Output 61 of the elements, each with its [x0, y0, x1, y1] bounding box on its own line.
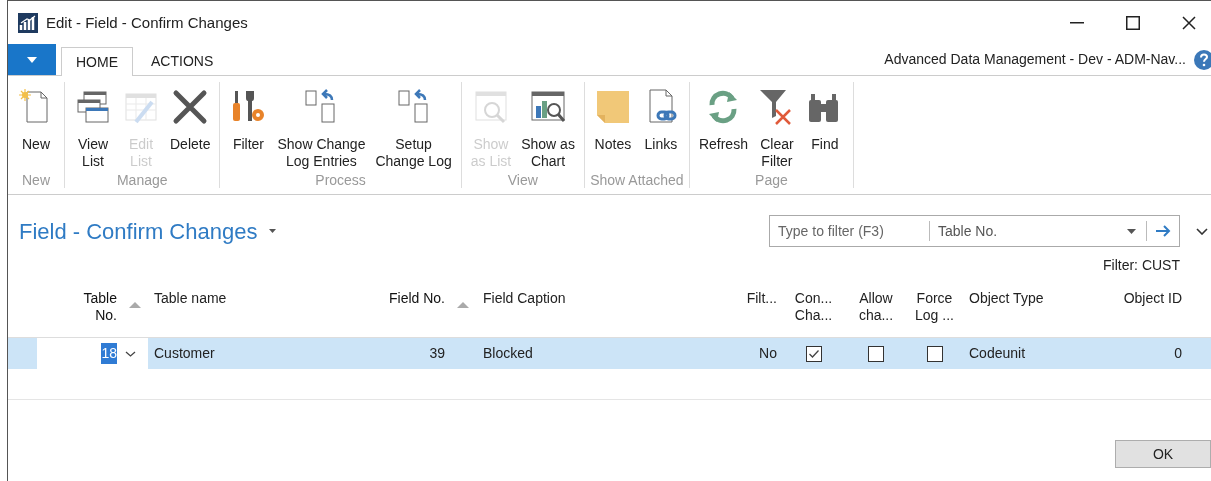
- ribbon-button[interactable]: Clear Filter: [752, 88, 801, 170]
- caret-icon: [27, 56, 37, 63]
- chevron-down-icon[interactable]: [125, 350, 136, 357]
- column-header[interactable]: Table name: [148, 288, 371, 307]
- ribbon-button[interactable]: Refresh: [693, 88, 753, 153]
- ribbon-tab[interactable]: ACTIONS: [133, 47, 232, 75]
- group-label: View: [507, 172, 538, 188]
- group-label: Manage: [116, 172, 168, 188]
- ribbon-button[interactable]: Links: [636, 88, 685, 153]
- arrow-right-icon[interactable]: [1155, 225, 1171, 237]
- help-icon[interactable]: [1194, 50, 1211, 70]
- maximize-icon[interactable]: [1126, 16, 1140, 30]
- ribbon-button[interactable]: Notes: [588, 88, 637, 153]
- close-icon[interactable]: [1182, 16, 1196, 30]
- column-header[interactable]: Table No.: [37, 288, 121, 324]
- ok-button[interactable]: OK: [1115, 440, 1211, 468]
- ribbon-button[interactable]: Setup Change Log: [370, 88, 457, 170]
- app-logo-icon: [18, 13, 38, 33]
- table-cell-text: No: [759, 344, 777, 363]
- ribbon-button[interactable]: Show Change Log Entries: [272, 88, 371, 170]
- group-label: Process: [315, 172, 366, 188]
- dropdown-icon[interactable]: [1127, 228, 1136, 234]
- column-header[interactable]: Object Type: [963, 288, 1081, 307]
- column-header[interactable]: Allow cha...: [846, 288, 906, 324]
- checkbox[interactable]: [805, 345, 822, 362]
- column-header[interactable]: Con... Cha...: [781, 288, 846, 324]
- chevron-down-icon[interactable]: [1196, 227, 1208, 235]
- filter-label: Filter: CUST: [1103, 256, 1180, 275]
- table-cell-text: Blocked: [483, 344, 533, 363]
- filter-field[interactable]: Table No.: [938, 220, 998, 242]
- checkbox[interactable]: [868, 345, 884, 362]
- table-cell-text: 0: [1174, 344, 1182, 363]
- ribbon-tab[interactable]: HOME: [61, 47, 133, 76]
- column-header[interactable]: Field No.: [371, 288, 449, 307]
- column-header[interactable]: Object ID: [1081, 288, 1186, 307]
- filter-box[interactable]: Type to filter (F3) Table No.: [769, 215, 1180, 247]
- ribbon-button[interactable]: Filter: [224, 88, 273, 153]
- group-label: Page: [755, 172, 788, 188]
- ribbon-button[interactable]: New: [12, 88, 60, 153]
- caret-icon[interactable]: [269, 229, 277, 233]
- ribbon-button[interactable]: Delete: [165, 88, 216, 153]
- table-cell-text: Codeunit: [969, 344, 1026, 363]
- window-title: Edit - Field - Confirm Changes: [46, 12, 248, 33]
- table-row[interactable]: 18 Customer 39 Blocked No Codeunit 0: [8, 338, 1211, 369]
- ribbon-button[interactable]: View List: [69, 88, 117, 170]
- filter-input[interactable]: Type to filter (F3): [770, 221, 930, 241]
- checkbox[interactable]: [926, 345, 943, 362]
- ribbon-button[interactable]: Find: [800, 88, 849, 153]
- table-no-input[interactable]: 18: [101, 343, 117, 364]
- page-title: Field - Confirm Changes: [19, 217, 258, 246]
- column-header[interactable]: Filt...: [731, 288, 781, 307]
- table-cell-text: 39: [429, 344, 445, 363]
- table-cell-text: Customer: [154, 344, 215, 363]
- windows-icon: [74, 88, 112, 126]
- column-header[interactable]: Force Log ...: [906, 288, 963, 324]
- group-label: Show Attached: [590, 172, 684, 188]
- minimize-icon[interactable]: [1070, 22, 1084, 24]
- group-label: New: [22, 172, 50, 188]
- ribbon-button[interactable]: Show as Chart: [516, 88, 580, 170]
- column-header[interactable]: Field Caption: [477, 288, 731, 307]
- company-name: Advanced Data Management - Dev - ADM-Nav...: [884, 50, 1186, 69]
